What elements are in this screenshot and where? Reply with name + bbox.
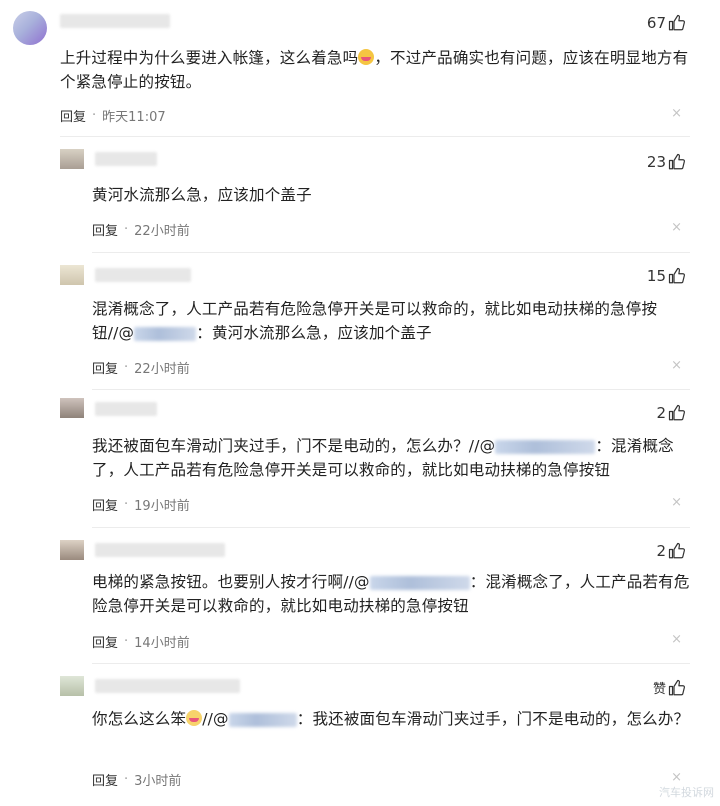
like-button[interactable]: 赞 (653, 678, 686, 697)
reply-button[interactable]: 回复 (92, 495, 118, 514)
comment-meta: 回复 · 22小时前 (92, 358, 190, 377)
thumbs-up-icon (668, 267, 685, 284)
avatar[interactable] (60, 149, 84, 169)
reply-button[interactable]: 回复 (92, 632, 118, 651)
divider (92, 252, 690, 253)
like-button[interactable]: 15 (647, 267, 686, 285)
mention-username-blurred[interactable] (228, 712, 297, 727)
reply-button[interactable]: 回复 (92, 770, 118, 789)
timestamp: 22小时前 (134, 224, 190, 239)
close-icon[interactable]: × (671, 632, 682, 647)
watermark: 汽车投诉网 (659, 786, 714, 799)
like-button[interactable]: 67 (647, 14, 686, 32)
timestamp: 3小时前 (134, 774, 182, 789)
thumbs-up-icon (668, 404, 685, 421)
timestamp: 22小时前 (134, 362, 190, 377)
comment-meta: 回复 · 昨天11:07 (60, 106, 166, 125)
close-icon[interactable]: × (671, 770, 682, 785)
thumbs-up-icon (668, 153, 685, 170)
timestamp: 19小时前 (134, 499, 190, 514)
thumbs-up-icon (668, 14, 685, 31)
mention-username-blurred[interactable] (369, 575, 470, 590)
reply-button[interactable]: 回复 (92, 220, 118, 239)
thumbs-up-icon (668, 679, 685, 695)
username-blurred[interactable] (95, 679, 240, 693)
mention-username-blurred[interactable] (134, 326, 197, 341)
like-button[interactable]: 2 (656, 404, 686, 422)
like-count: 67 (646, 14, 666, 32)
divider (92, 389, 690, 390)
close-icon[interactable]: × (671, 495, 682, 510)
close-icon[interactable]: × (671, 358, 682, 373)
avatar[interactable] (60, 398, 84, 418)
like-button[interactable]: 23 (647, 153, 686, 171)
comment-text: 电梯的紧急按钮。也要别人按才行啊//@ ：混淆概念了，人工产品若有危险急停开关是可… (92, 573, 690, 615)
username-blurred[interactable] (60, 14, 170, 28)
avatar[interactable] (60, 265, 84, 285)
comment-meta: 回复 · 22小时前 (92, 220, 190, 239)
thumbs-up-icon (668, 542, 685, 559)
avatar[interactable] (60, 540, 84, 560)
like-count: 2 (656, 404, 666, 422)
comment-text: 黄河水流那么急，应该加个盖子 (92, 186, 312, 204)
like-label: 赞 (652, 682, 666, 697)
like-button[interactable]: 2 (656, 542, 686, 560)
username-blurred[interactable] (95, 152, 157, 166)
username-blurred[interactable] (95, 268, 191, 282)
divider (92, 663, 690, 664)
comment-text: 我还被面包车滑动门夹过手，门不是电动的，怎么办？//@ ：混淆概念了，人工产品若有… (92, 437, 674, 479)
close-icon[interactable]: × (671, 106, 682, 121)
comment-meta: 回复 · 14小时前 (92, 632, 190, 651)
comment-text: 混淆概念了，人工产品若有危险急停开关是可以救命的，就比如电动扶梯的急停按钮//@… (92, 300, 658, 342)
divider (60, 136, 690, 137)
close-icon[interactable]: × (671, 220, 682, 235)
like-count: 23 (646, 153, 666, 171)
comment-meta: 回复 · 3小时前 (92, 770, 182, 789)
reply-button[interactable]: 回复 (60, 106, 86, 125)
like-count: 2 (656, 542, 666, 560)
timestamp: 昨天11:07 (102, 110, 166, 125)
laughing-emoji-icon (358, 49, 375, 65)
timestamp: 14小时前 (134, 636, 190, 651)
mention-username-blurred[interactable] (495, 439, 596, 454)
comment-meta: 回复 · 19小时前 (92, 495, 190, 514)
avatar[interactable] (13, 11, 47, 45)
reply-button[interactable]: 回复 (92, 358, 118, 377)
comment-text: 上升过程中为什么要进入帐篷，这么着急吗 ，不过产品确实也有问题，应该在明显地方有个… (60, 49, 689, 91)
avatar[interactable] (60, 676, 84, 696)
divider (92, 527, 690, 528)
cat-emoji-icon (186, 710, 203, 726)
username-blurred[interactable] (95, 402, 157, 416)
like-count: 15 (646, 267, 666, 285)
comment-text: 你怎么这么笨//@ ：我还被面包车滑动门夹过手，门不是电动的，怎么办？ (92, 710, 690, 728)
username-blurred[interactable] (95, 543, 225, 557)
